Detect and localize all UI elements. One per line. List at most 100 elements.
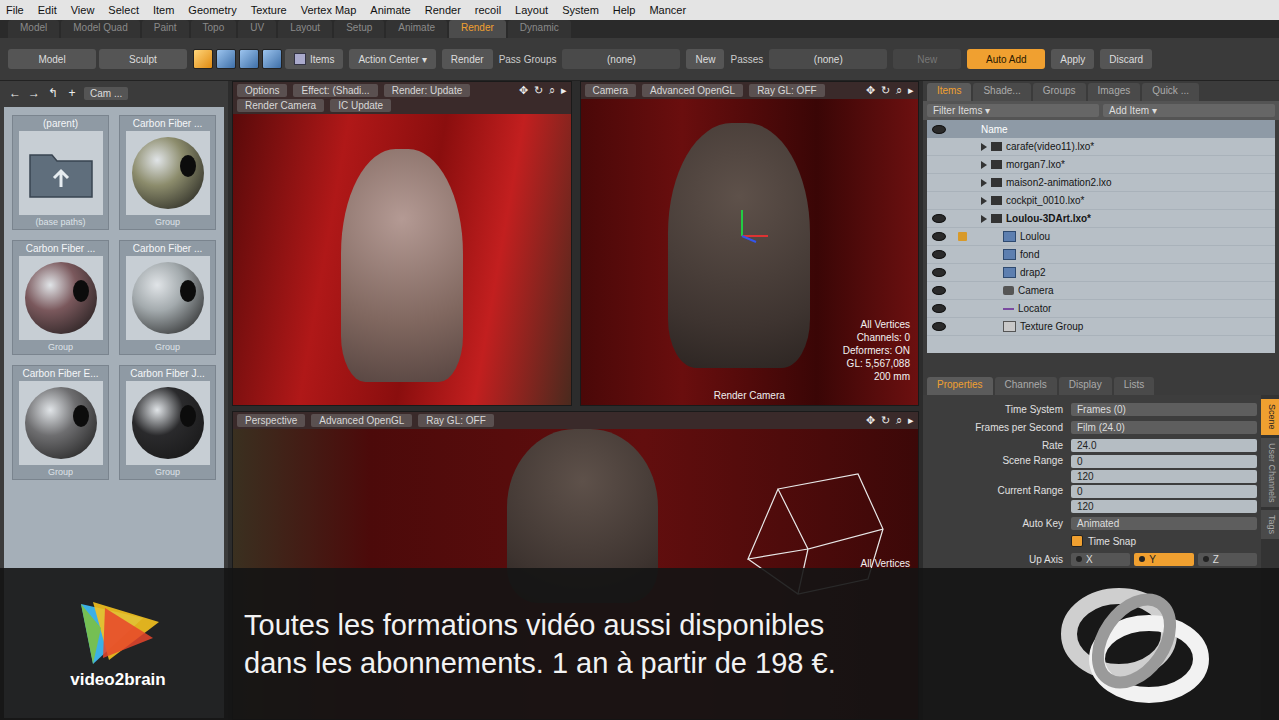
- viewport-nav-icon[interactable]: ⌕: [896, 414, 902, 427]
- mode-button[interactable]: Sculpt: [99, 49, 187, 69]
- menu-item[interactable]: View: [71, 4, 95, 16]
- layout-tab[interactable]: Model Quad: [61, 20, 139, 38]
- viewport-nav-icon[interactable]: ▸: [908, 414, 914, 427]
- side-tab[interactable]: User Channels: [1261, 438, 1279, 508]
- layout-tab[interactable]: Model: [8, 20, 59, 38]
- expand-icon[interactable]: [981, 161, 987, 169]
- expand-icon[interactable]: [981, 215, 987, 223]
- expand-icon[interactable]: [981, 143, 987, 151]
- viewport-button[interactable]: Render Camera: [237, 99, 324, 112]
- property-dropdown[interactable]: Frames (0): [1071, 403, 1257, 416]
- viewport-nav-icon[interactable]: ▸: [908, 84, 914, 97]
- layout-tab[interactable]: Paint: [142, 20, 189, 38]
- axis-radio[interactable]: Z: [1198, 553, 1257, 566]
- panel-tab[interactable]: Channels: [995, 377, 1057, 395]
- add-item-dropdown[interactable]: Add Item ▾: [1103, 104, 1275, 117]
- panel-tab[interactable]: Items: [927, 83, 971, 101]
- property-field[interactable]: 0: [1071, 485, 1257, 498]
- menu-item[interactable]: Geometry: [188, 4, 236, 16]
- expand-icon[interactable]: [981, 197, 987, 205]
- render-button[interactable]: Render: [442, 49, 493, 69]
- axis-radio[interactable]: X: [1071, 553, 1130, 566]
- layout-tab[interactable]: Topo: [191, 20, 237, 38]
- discard-button[interactable]: Discard: [1100, 49, 1152, 69]
- viewport-nav-icon[interactable]: ⌕: [896, 84, 902, 97]
- item-row[interactable]: drap2: [927, 264, 1275, 282]
- menu-item[interactable]: Edit: [38, 4, 57, 16]
- eye-icon[interactable]: [932, 322, 946, 331]
- item-row[interactable]: maison2-animation2.lxo: [927, 174, 1275, 192]
- eye-icon[interactable]: [932, 268, 946, 277]
- preset-tile[interactable]: Carbon Fiber E...Group: [12, 365, 109, 480]
- preset-tile[interactable]: Carbon Fiber ...Group: [119, 115, 216, 230]
- render-viewport[interactable]: OptionsEffect: (Shadi...Render: Update✥↻…: [232, 81, 572, 406]
- polygon-select-icon[interactable]: [239, 49, 259, 69]
- menu-item[interactable]: Texture: [251, 4, 287, 16]
- layout-tab[interactable]: Dynamic: [508, 20, 571, 38]
- pass-groups-dropdown[interactable]: (none): [562, 49, 680, 69]
- nav-button[interactable]: →: [27, 86, 41, 100]
- nav-button[interactable]: ←: [8, 86, 22, 100]
- auto-add-button[interactable]: Auto Add: [967, 49, 1045, 69]
- menu-item[interactable]: Vertex Map: [301, 4, 357, 16]
- expand-icon[interactable]: [981, 179, 987, 187]
- axis-radio[interactable]: Y: [1134, 553, 1193, 566]
- viewport-nav-icon[interactable]: ✥: [866, 414, 875, 427]
- menu-item[interactable]: Render: [425, 4, 461, 16]
- menu-item[interactable]: recoil: [475, 4, 501, 16]
- panel-tab[interactable]: Display: [1059, 377, 1112, 395]
- menu-item[interactable]: Mancer: [649, 4, 686, 16]
- edge-select-icon[interactable]: [216, 49, 236, 69]
- property-dropdown[interactable]: Film (24.0): [1071, 421, 1257, 434]
- panel-tab[interactable]: Properties: [927, 377, 993, 395]
- layout-tab[interactable]: UV: [238, 20, 276, 38]
- viewport-nav-icon[interactable]: ▸: [561, 84, 567, 97]
- property-field[interactable]: 24.0: [1071, 439, 1257, 452]
- lock-icon[interactable]: [958, 232, 967, 241]
- menu-item[interactable]: Layout: [515, 4, 548, 16]
- layout-tab[interactable]: Animate: [386, 20, 447, 38]
- item-row[interactable]: Camera: [927, 282, 1275, 300]
- preset-tile[interactable]: Carbon Fiber ...Group: [119, 240, 216, 355]
- item-row[interactable]: Loulou: [927, 228, 1275, 246]
- layout-tab[interactable]: Layout: [278, 20, 332, 38]
- item-row[interactable]: Texture Group: [927, 318, 1275, 336]
- panel-tab[interactable]: Groups: [1033, 83, 1086, 101]
- filter-items-dropdown[interactable]: Filter Items ▾: [927, 104, 1099, 117]
- viewport-nav-icon[interactable]: ↻: [534, 84, 543, 97]
- side-tab[interactable]: Tags: [1261, 510, 1279, 539]
- viewport-button[interactable]: Ray GL: OFF: [749, 84, 824, 97]
- items-button[interactable]: Items: [285, 49, 343, 69]
- eye-icon[interactable]: [932, 304, 946, 313]
- item-row[interactable]: carafe(video11).lxo*: [927, 138, 1275, 156]
- eye-icon[interactable]: [932, 214, 946, 223]
- preset-tile[interactable]: Carbon Fiber ...Group: [12, 240, 109, 355]
- viewport-nav-icon[interactable]: ✥: [866, 84, 875, 97]
- viewport-button[interactable]: Ray GL: OFF: [418, 414, 493, 427]
- eye-icon[interactable]: [932, 250, 946, 259]
- vertex-select-icon[interactable]: [193, 49, 213, 69]
- passes-dropdown[interactable]: (none): [769, 49, 887, 69]
- viewport-button[interactable]: Camera: [585, 84, 637, 97]
- viewport-button[interactable]: Options: [237, 84, 287, 97]
- panel-tab[interactable]: Lists: [1114, 377, 1155, 395]
- panel-tab[interactable]: Quick ...: [1142, 83, 1199, 101]
- viewport-nav-icon[interactable]: ↻: [881, 414, 890, 427]
- property-field[interactable]: 0: [1071, 455, 1257, 468]
- menu-item[interactable]: File: [6, 4, 24, 16]
- viewport-button[interactable]: Advanced OpenGL: [642, 84, 743, 97]
- name-column-header[interactable]: Name: [973, 124, 1275, 135]
- layout-tab[interactable]: Setup: [334, 20, 384, 38]
- camera-viewport[interactable]: CameraAdvanced OpenGLRay GL: OFF✥↻⌕▸All …: [580, 81, 920, 406]
- item-row[interactable]: fond: [927, 246, 1275, 264]
- layout-tab[interactable]: Render: [449, 20, 506, 38]
- viewport-nav-icon[interactable]: ↻: [881, 84, 890, 97]
- side-tab[interactable]: Scene: [1261, 399, 1279, 435]
- viewport-button[interactable]: IC Update: [330, 99, 391, 112]
- apply-button[interactable]: Apply: [1051, 49, 1094, 69]
- checkbox[interactable]: [1071, 535, 1083, 547]
- material-select-icon[interactable]: [262, 49, 282, 69]
- viewport-button[interactable]: Effect: (Shadi...: [293, 84, 377, 97]
- property-field[interactable]: 120: [1071, 470, 1257, 483]
- property-field[interactable]: 120: [1071, 500, 1257, 513]
